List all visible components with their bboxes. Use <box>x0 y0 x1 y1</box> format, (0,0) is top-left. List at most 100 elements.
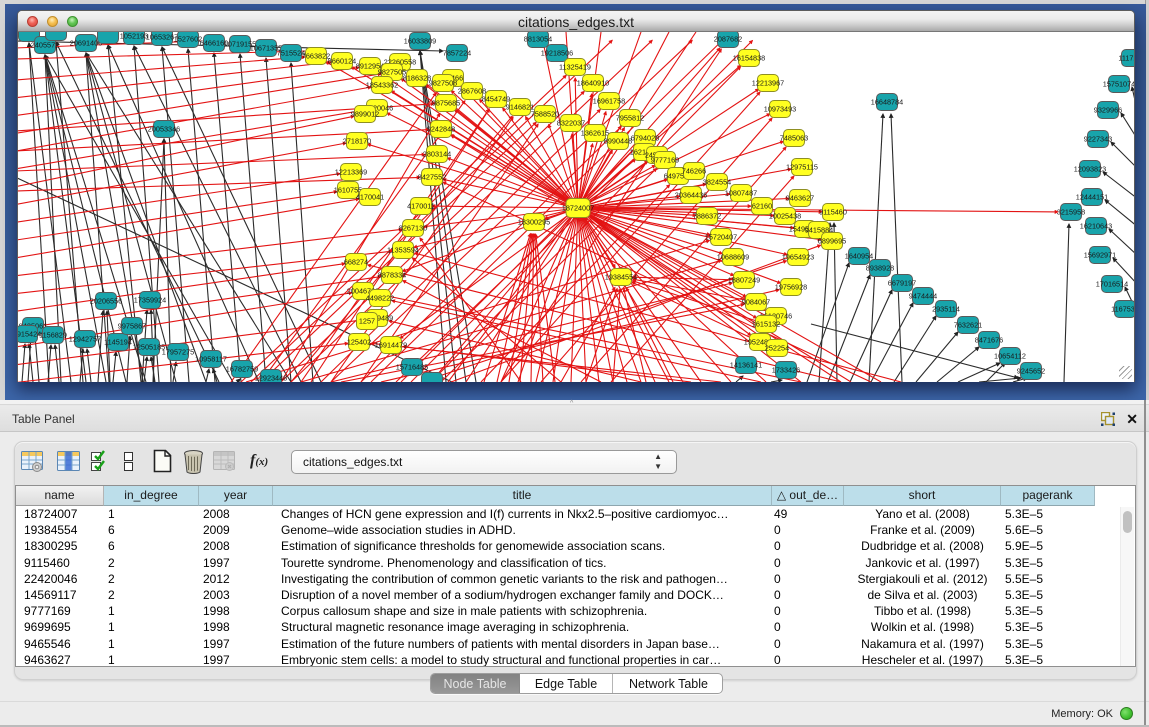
svg-text:8427552: 8427552 <box>418 173 446 182</box>
svg-text:7857224: 7857224 <box>443 49 471 58</box>
svg-text:10025438: 10025438 <box>769 212 801 221</box>
svg-text:16154838: 16154838 <box>733 54 765 63</box>
svg-text:8660124: 8660124 <box>328 57 356 66</box>
svg-text:1640954: 1640954 <box>845 252 873 261</box>
svg-text:16648784: 16648784 <box>871 98 903 107</box>
svg-text:1052193: 1052193 <box>120 32 148 41</box>
svg-text:1145194: 1145194 <box>104 338 132 347</box>
svg-text:2935114: 2935114 <box>932 305 960 314</box>
svg-text:14136141: 14136141 <box>730 361 762 370</box>
svg-text:9875685: 9875685 <box>432 99 460 108</box>
svg-text:17359924: 17359924 <box>134 296 166 305</box>
svg-text:62160: 62160 <box>752 202 772 211</box>
svg-text:6794028: 6794028 <box>631 134 659 143</box>
svg-text:9777169: 9777169 <box>651 156 679 165</box>
svg-text:125402: 125402 <box>347 338 371 347</box>
svg-text:10958117: 10958117 <box>195 355 227 364</box>
svg-text:12213967: 12213967 <box>752 79 784 88</box>
svg-text:1527602: 1527602 <box>174 35 202 44</box>
svg-text:9115460: 9115460 <box>819 208 847 217</box>
svg-text:12093823: 12093823 <box>1074 165 1106 174</box>
svg-text:19756928: 19756928 <box>775 283 807 292</box>
svg-text:6899695: 6899695 <box>818 237 846 246</box>
svg-text:1117254: 1117254 <box>1118 54 1134 63</box>
svg-text:8267130: 8267130 <box>399 224 427 233</box>
svg-text:19218506: 19218506 <box>541 49 573 58</box>
svg-text:18807249: 18807249 <box>728 276 760 285</box>
svg-text:20206556: 20206556 <box>90 297 122 306</box>
svg-text:9245652: 9245652 <box>1017 367 1045 376</box>
svg-text:12505185: 12505185 <box>133 343 165 352</box>
svg-text:9227343: 9227343 <box>1084 135 1112 144</box>
svg-text:8990448: 8990448 <box>604 137 632 146</box>
svg-text:16210643: 16210643 <box>1080 222 1112 231</box>
svg-text:18543362: 18543362 <box>366 81 398 90</box>
svg-text:9474444: 9474444 <box>909 292 937 301</box>
svg-text:8471676: 8471676 <box>975 336 1003 345</box>
svg-text:11353594: 11353594 <box>387 246 419 255</box>
svg-text:19384554: 19384554 <box>605 273 637 282</box>
svg-text:1615132: 1615132 <box>752 320 780 329</box>
svg-text:2405572: 2405572 <box>31 41 59 50</box>
svg-text:20053346: 20053346 <box>148 125 180 134</box>
svg-text:8878334: 8878334 <box>378 271 406 280</box>
svg-text:252254: 252254 <box>765 344 789 353</box>
svg-text:4170011: 4170011 <box>407 202 435 211</box>
svg-text:7588520: 7588520 <box>531 110 559 119</box>
svg-text:10654112: 10654112 <box>994 352 1026 361</box>
svg-text:11325419: 11325419 <box>559 63 591 72</box>
svg-text:19654923: 19654923 <box>782 253 814 262</box>
svg-text:3824554: 3824554 <box>703 178 731 187</box>
svg-text:16033809: 16033809 <box>404 37 436 46</box>
svg-text:12213369: 12213369 <box>335 168 367 177</box>
svg-text:9899012: 9899012 <box>351 110 379 119</box>
svg-text:9084067: 9084067 <box>742 298 770 307</box>
svg-text:2087682: 2087682 <box>714 35 742 44</box>
svg-text:12942757: 12942757 <box>69 335 101 344</box>
svg-text:9463627: 9463627 <box>786 194 814 203</box>
svg-text:8938928: 8938928 <box>866 264 894 273</box>
svg-text:17957275: 17957275 <box>162 348 194 357</box>
svg-text:10807487: 10807487 <box>725 189 757 198</box>
svg-text:4498222: 4498222 <box>366 294 394 303</box>
svg-text:12975115: 12975115 <box>786 163 818 172</box>
svg-text:20364436: 20364436 <box>675 191 707 200</box>
svg-text:2718170: 2718170 <box>343 137 371 146</box>
svg-text:3915424: 3915424 <box>18 330 41 339</box>
svg-text:8322037: 8322037 <box>557 119 585 128</box>
svg-text:18640910: 18640910 <box>577 79 609 88</box>
svg-text:17016514: 17016514 <box>1096 280 1128 289</box>
svg-text:746266: 746266 <box>682 167 706 176</box>
svg-text:8186328: 8186328 <box>403 74 431 83</box>
svg-text:9975867: 9975867 <box>118 322 146 331</box>
svg-text:9329966: 9329966 <box>1094 106 1122 115</box>
svg-text:16961758: 16961758 <box>593 97 625 106</box>
svg-text:6679197: 6679197 <box>888 279 916 288</box>
svg-text:12923448: 12923448 <box>255 374 287 382</box>
svg-text:1167534: 1167534 <box>1111 305 1134 314</box>
svg-text:15692971: 15692971 <box>1084 251 1116 260</box>
svg-text:18724007: 18724007 <box>562 204 594 213</box>
svg-text:7663822: 7663822 <box>302 52 330 61</box>
svg-text:16914479: 16914479 <box>375 341 407 350</box>
svg-text:7632621: 7632621 <box>954 321 982 330</box>
svg-text:9827508: 9827508 <box>429 79 457 88</box>
svg-text:668274: 668274 <box>344 258 368 267</box>
svg-text:15716485: 15716485 <box>396 363 428 372</box>
svg-text:2803144: 2803144 <box>423 150 451 159</box>
svg-text:15720407: 15720407 <box>705 233 737 242</box>
svg-text:1733426: 1733426 <box>772 366 800 375</box>
svg-text:10973493: 10973493 <box>764 105 796 114</box>
svg-text:1156829: 1156829 <box>39 331 67 340</box>
svg-text:10688609: 10688609 <box>717 253 749 262</box>
svg-text:7485063: 7485063 <box>780 134 808 143</box>
svg-text:9242848: 9242848 <box>427 125 455 134</box>
svg-text:18300295: 18300295 <box>518 218 550 227</box>
svg-text:12444151: 12444151 <box>1076 193 1108 202</box>
svg-text:16782759: 16782759 <box>226 365 258 374</box>
svg-text:1257: 1257 <box>359 317 375 326</box>
svg-text:4170041: 4170041 <box>356 193 384 202</box>
svg-text:7955812: 7955812 <box>616 114 644 123</box>
svg-text:8813054: 8813054 <box>524 35 552 44</box>
svg-text:7886372: 7886372 <box>693 212 721 221</box>
